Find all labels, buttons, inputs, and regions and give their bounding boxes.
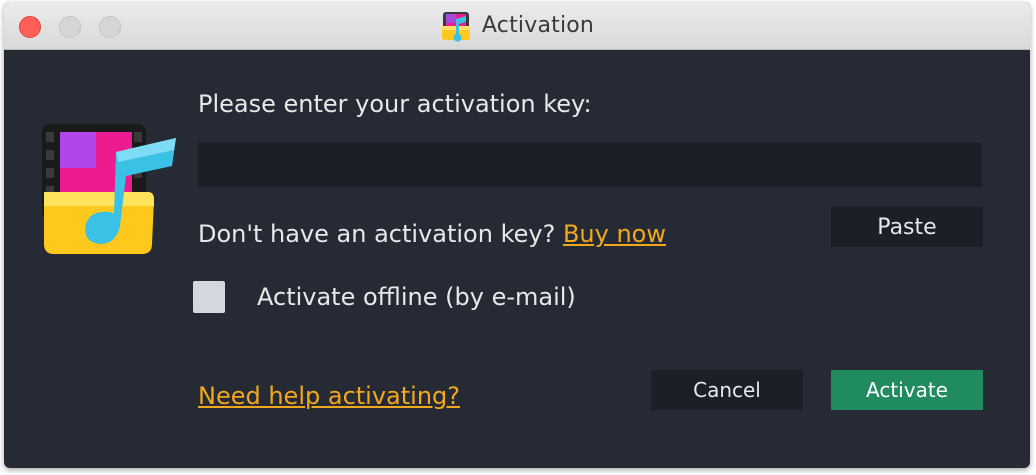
- no-key-row: Don't have an activation key? Buy now: [198, 220, 666, 248]
- activate-offline-checkbox[interactable]: [193, 281, 225, 313]
- buy-now-link[interactable]: Buy now: [563, 220, 666, 248]
- activation-window: Activation Please enter your activation …: [4, 2, 1030, 468]
- no-key-text: Don't have an activation key?: [198, 220, 563, 248]
- app-logo-icon: [441, 11, 470, 42]
- paste-button[interactable]: Paste: [831, 207, 983, 247]
- title-bar[interactable]: Activation: [4, 2, 1030, 50]
- activation-key-input[interactable]: [198, 143, 982, 187]
- activate-button[interactable]: Activate: [831, 370, 983, 410]
- music-folder-icon: [42, 124, 176, 254]
- activate-offline-label[interactable]: Activate offline (by e-mail): [257, 283, 576, 311]
- window-title: Activation: [481, 13, 595, 38]
- activation-key-prompt: Please enter your activation key:: [198, 90, 592, 118]
- window-title-group: Activation: [4, 2, 1030, 49]
- offline-activation-row: Activate offline (by e-mail): [193, 281, 576, 313]
- need-help-link[interactable]: Need help activating?: [198, 382, 460, 410]
- cancel-button[interactable]: Cancel: [651, 370, 803, 410]
